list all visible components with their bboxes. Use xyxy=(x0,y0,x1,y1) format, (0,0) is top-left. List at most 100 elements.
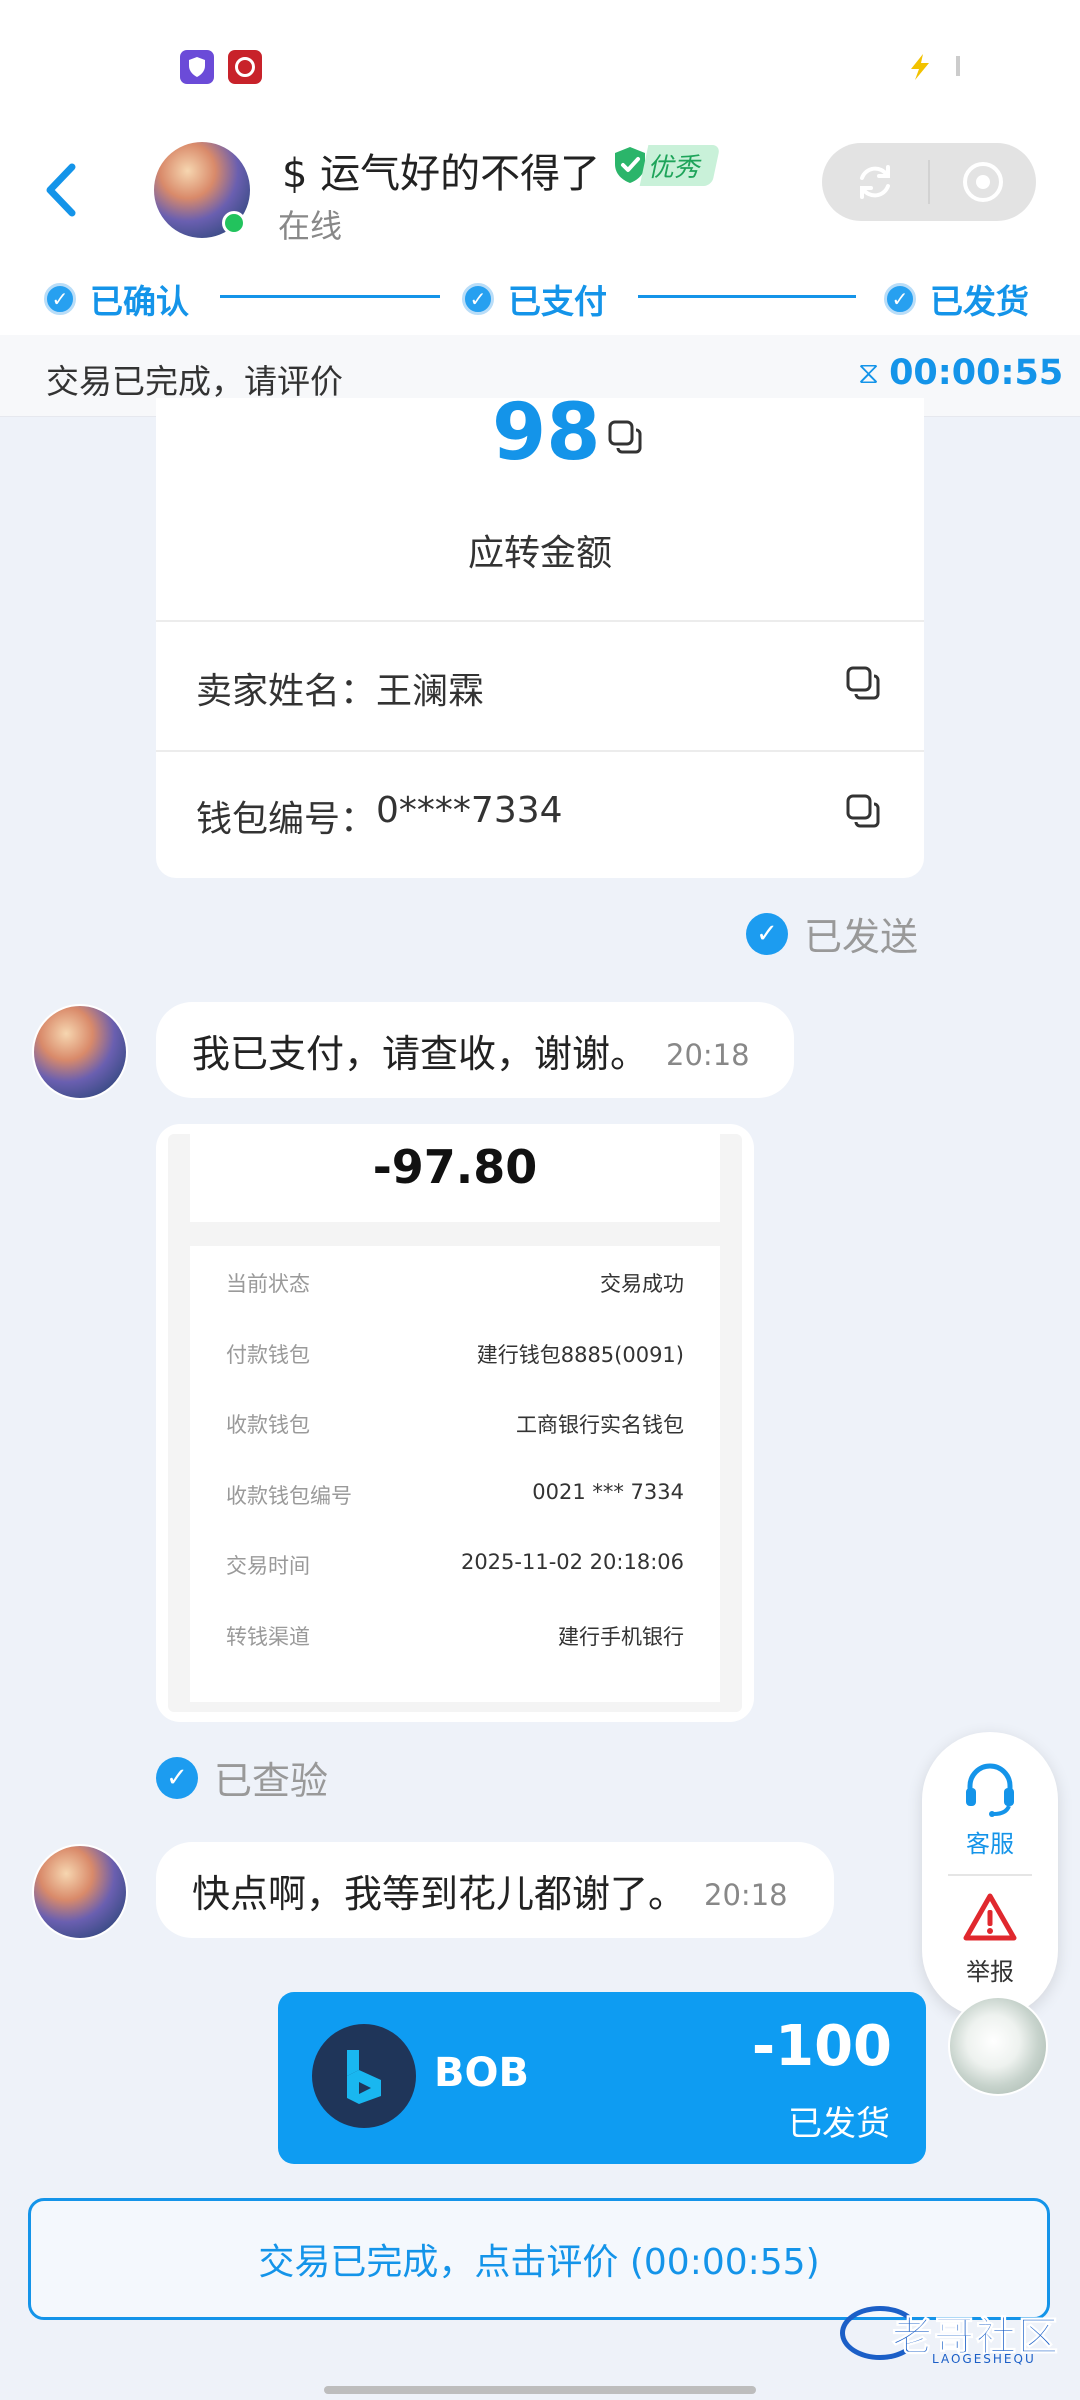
check-circle-icon: ✓ xyxy=(746,912,788,955)
receipt-row-label: 收款钱包 xyxy=(226,1413,310,1437)
refresh-icon xyxy=(860,165,890,199)
check-icon: ✓ xyxy=(884,283,916,315)
receipt-row: 转钱渠道 建行手机银行 xyxy=(226,1621,684,1651)
notice-timer: ⧖ 00:00:55 xyxy=(858,353,1063,393)
step-label: 已发货 xyxy=(930,282,1029,321)
copy-icon xyxy=(846,666,880,700)
verified-status: ✓ 已查验 xyxy=(156,1750,328,1805)
header-actions-pill xyxy=(822,143,1036,221)
receipt-row: 收款钱包编号 0021 *** 7334 xyxy=(226,1480,684,1510)
back-button[interactable] xyxy=(38,155,88,225)
receipt-row-label: 交易时间 xyxy=(226,1554,310,1578)
divider xyxy=(156,620,924,622)
seller-row: 卖家姓名： 王澜霖 xyxy=(196,662,484,714)
watermark-subtext: LAOGESHEQU xyxy=(932,2352,1036,2366)
battery-icon xyxy=(905,52,935,82)
step-paid: ✓ 已支付 xyxy=(462,275,607,323)
contact-status: 在线 xyxy=(278,207,343,245)
bob-status: 已发货 xyxy=(788,2104,890,2144)
chat-header: $ 运气好的不得了 优秀 在线 ✓ 已确认 ✓ 已支付 ✓ 已发货 xyxy=(0,125,1080,335)
message-time: 20:18 xyxy=(704,1878,788,1912)
receipt-row-value: 2025-11-02 20:18:06 xyxy=(460,1550,684,1574)
step-label: 已确认 xyxy=(90,282,189,321)
divider xyxy=(156,750,924,752)
copy-wallet-button[interactable] xyxy=(846,794,880,832)
message-bubble[interactable]: 我已支付，请查收，谢谢。 20:18 xyxy=(156,1002,794,1098)
customer-service-label: 客服 xyxy=(966,1830,1014,1858)
receipt-amount: -97.80 xyxy=(372,1140,538,1194)
signal-icon xyxy=(956,56,960,76)
timer-value: 00:00:55 xyxy=(889,353,1064,393)
refresh-button[interactable] xyxy=(822,143,928,221)
sent-status-label: 已发送 xyxy=(804,915,919,959)
wallet-number: 0****7334 xyxy=(376,790,563,831)
headset-icon xyxy=(966,1763,1014,1817)
notice-text: 交易已完成，请评价 xyxy=(46,362,343,401)
my-avatar[interactable] xyxy=(948,1996,1048,2096)
wallet-label: 钱包编号： xyxy=(196,799,377,840)
receipt-image-message[interactable]: -97.80 当前状态 交易成功付款钱包 建行钱包8885(0091) 收款钱包 工商银… xyxy=(156,1124,754,1722)
step-shipped: ✓ 已发货 xyxy=(884,275,1029,323)
chevron-left-icon xyxy=(46,163,76,217)
receipt-row-value: 建行钱包8885(0091) xyxy=(476,1342,684,1367)
home-indicator xyxy=(324,2386,756,2394)
online-dot xyxy=(222,211,246,235)
sent-status: ✓ 已发送 xyxy=(746,906,918,961)
step-confirmed: ✓ 已确认 xyxy=(44,275,189,323)
badge-label: 优秀 xyxy=(639,144,721,186)
status-bar xyxy=(0,0,1080,125)
receipt-row: 交易时间 2025-11-02 20:18:06 xyxy=(226,1550,684,1580)
watermark-logo: 老哥社区 LAOGESHEQU xyxy=(840,2300,1080,2370)
check-icon: ✓ xyxy=(44,283,76,315)
warning-icon xyxy=(963,1893,1017,1941)
message-bubble[interactable]: 快点啊，我等到花儿都谢了。 20:18 xyxy=(156,1842,834,1938)
message-time: 20:18 xyxy=(666,1038,750,1072)
target-icon xyxy=(963,162,1003,202)
hourglass-icon: ⧖ xyxy=(858,355,880,391)
side-panel: 客服 举报 xyxy=(922,1732,1058,2018)
order-card: 98 应转金额 卖家姓名： 王澜霖 钱包编号： 0****7334 xyxy=(156,398,924,878)
seller-label: 卖家姓名： xyxy=(196,671,377,712)
receipt-row-value: 工商银行实名钱包 xyxy=(516,1413,684,1437)
progress-steps: ✓ 已确认 ✓ 已支付 ✓ 已发货 xyxy=(44,275,1044,321)
step-connector xyxy=(220,295,440,298)
wallet-row: 钱包编号： 0****7334 xyxy=(196,790,563,842)
bob-logo-icon xyxy=(312,2024,416,2128)
receipt-row: 当前状态 交易成功 xyxy=(226,1268,684,1298)
receipt-row-label: 当前状态 xyxy=(226,1272,310,1296)
step-connector xyxy=(638,295,856,298)
order-amount: 98 xyxy=(492,398,601,478)
receipt-row-value: 交易成功 xyxy=(600,1272,684,1296)
copy-seller-button[interactable] xyxy=(846,666,880,704)
report-button[interactable]: 举报 xyxy=(922,1890,1058,1990)
receipt-details: 当前状态 交易成功 付款钱包 建行钱包8885(0091) 收款钱包 工商银行实名钱包 收款… xyxy=(190,1246,720,1702)
copy-amount-button[interactable] xyxy=(608,420,642,458)
bank-app-icon xyxy=(228,50,262,84)
review-button-label: 交易已完成，点击评价 (00:00:55) xyxy=(258,2242,820,2283)
check-circle-icon: ✓ xyxy=(156,1756,198,1799)
receipt-row-label: 转钱渠道 xyxy=(226,1624,310,1649)
shield-app-icon xyxy=(180,50,214,84)
receipt-row-label: 付款钱包 xyxy=(226,1342,310,1367)
copy-icon xyxy=(608,420,642,454)
customer-service-button[interactable]: 客服 xyxy=(922,1762,1058,1862)
receipt-row-value: 建行手机银行 xyxy=(558,1624,684,1649)
contact-avatar[interactable] xyxy=(32,1004,128,1100)
message-text: 快点啊，我等到花儿都谢了。 xyxy=(192,1871,687,1916)
receipt-row-value: 0021 *** 7334 xyxy=(532,1479,684,1504)
bob-payment-card[interactable]: BOB -100 已发货 xyxy=(278,1992,926,2164)
receipt-row: 付款钱包 建行钱包8885(0091) xyxy=(226,1339,684,1369)
receipt-row-label: 收款钱包编号 xyxy=(226,1483,352,1508)
step-label: 已支付 xyxy=(508,282,607,321)
verified-label: 已查验 xyxy=(214,1759,329,1803)
contact-name: $ 运气好的不得了 xyxy=(282,151,601,197)
receipt-row: 收款钱包 工商银行实名钱包 xyxy=(226,1409,684,1439)
panel-divider xyxy=(948,1874,1032,1876)
seller-name: 王澜霖 xyxy=(376,671,485,712)
bob-name: BOB xyxy=(434,2050,529,2096)
message-text: 我已支付，请查收，谢谢。 xyxy=(192,1031,649,1076)
record-button[interactable] xyxy=(930,143,1036,221)
amount-caption: 应转金额 xyxy=(467,533,612,574)
bob-amount: -100 xyxy=(751,2014,892,2079)
contact-avatar[interactable] xyxy=(32,1844,128,1940)
